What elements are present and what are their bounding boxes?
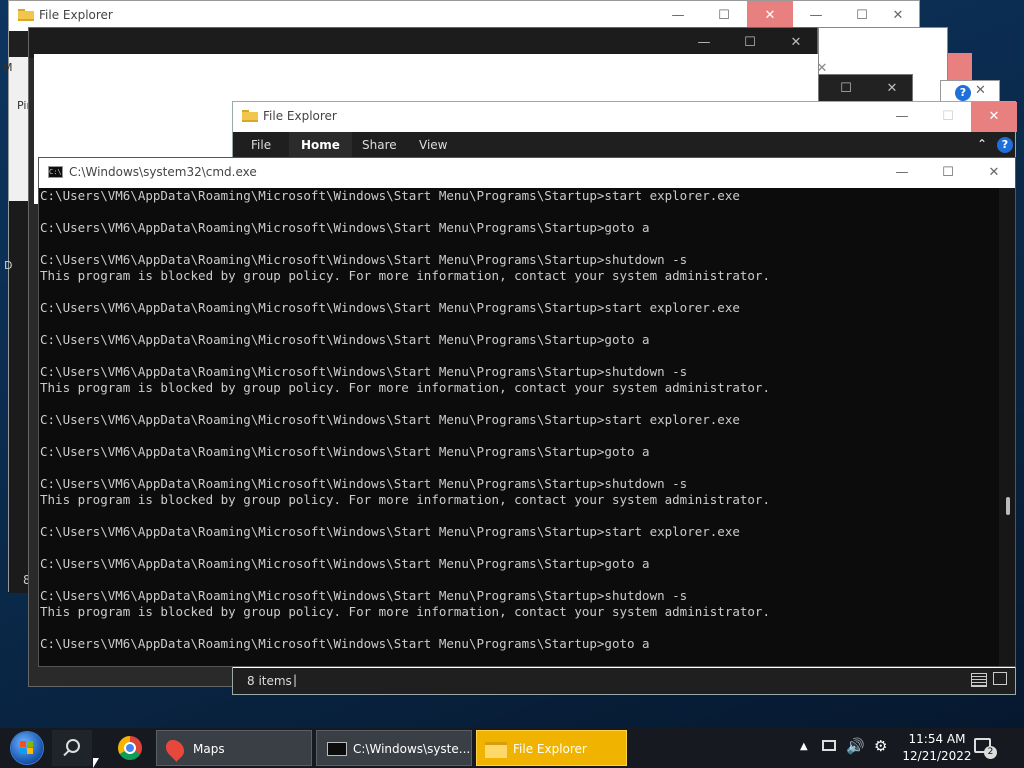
console-line: This program is blocked by group policy.…: [40, 268, 770, 283]
cmd-window[interactable]: C:\ C:\Windows\system32\cmd.exe — ☐ ✕ C:…: [38, 157, 1016, 667]
maximize-button[interactable]: ☐: [925, 102, 971, 132]
clock[interactable]: 11:54 AM 12/21/2022: [902, 731, 972, 765]
console-line: C:\Users\VM6\AppData\Roaming\Microsoft\W…: [40, 252, 688, 267]
close-button[interactable]: ✕: [971, 102, 1017, 132]
console-line: C:\Users\VM6\AppData\Roaming\Microsoft\W…: [40, 476, 688, 491]
explorer-titlebar[interactable]: File Explorer — ☐ ✕: [233, 102, 1017, 132]
console-line: C:\Users\VM6\AppData\Roaming\Microsoft\W…: [40, 412, 740, 427]
console-line: This program is blocked by group policy.…: [40, 492, 770, 507]
maps-icon: [162, 736, 188, 762]
folder-icon: [485, 742, 507, 758]
console-line: This program is blocked by group policy.…: [40, 604, 770, 619]
console-line: C:\Users\VM6\AppData\Roaming\Microsoft\W…: [40, 556, 650, 571]
console-line: This program is blocked by group policy.…: [40, 380, 770, 395]
status-separator: |: [293, 673, 298, 687]
explorer-title: File Explorer: [263, 109, 337, 123]
chevron-up-icon[interactable]: ⌃: [977, 137, 987, 151]
clock-date: 12/21/2022: [902, 749, 972, 763]
scrollbar[interactable]: [999, 188, 1015, 666]
close-button[interactable]: [948, 53, 972, 81]
taskbar: Maps C:\Windows\syste... File Explorer ▲…: [0, 728, 1024, 768]
console-line: C:\Users\VM6\AppData\Roaming\Microsoft\W…: [40, 332, 650, 347]
taskbar-app-label: C:\Windows\syste...: [353, 742, 471, 756]
status-bar: 8 items |: [233, 668, 1015, 694]
windows-logo-icon: [11, 732, 43, 764]
explorer-back-title: File Explorer: [39, 8, 113, 22]
desktop: File Explorer — ☐ ✕ — ☐ ✕ F M Pin a D 8 …: [0, 0, 1024, 728]
taskbar-app-cmd[interactable]: C:\Windows\syste...: [316, 730, 472, 766]
search-button[interactable]: [52, 730, 92, 766]
chrome-button[interactable]: [110, 730, 150, 766]
system-tray: ▲ 🔊 ⚙ 11:54 AM 12/21/2022 2: [790, 728, 1024, 768]
tab-view[interactable]: View: [407, 132, 459, 158]
minimize-button[interactable]: —: [879, 158, 925, 188]
console-line: C:\Users\VM6\AppData\Roaming\Microsoft\W…: [40, 364, 688, 379]
help-icon[interactable]: ?: [997, 137, 1013, 153]
cmd-icon: [327, 742, 347, 756]
close-button[interactable]: ✕: [975, 83, 986, 98]
cmd-titlebar[interactable]: C:\ C:\Windows\system32\cmd.exe — ☐ ✕: [39, 158, 1015, 188]
start-button[interactable]: [8, 730, 46, 766]
notification-count-badge: 2: [984, 746, 997, 759]
tab-share[interactable]: Share: [350, 132, 409, 158]
chrome-icon: [118, 736, 142, 760]
console-line: C:\Users\VM6\AppData\Roaming\Microsoft\W…: [40, 588, 688, 603]
nav-fragment: D: [4, 259, 13, 272]
close-button[interactable]: ✕: [869, 75, 915, 103]
clock-time: 11:54 AM: [908, 732, 966, 746]
network-icon[interactable]: [822, 740, 836, 751]
cmd-icon: C:\: [48, 166, 63, 178]
folder-icon: [18, 9, 34, 21]
console-line: C:\Users\VM6\AppData\Roaming\Microsoft\W…: [40, 220, 650, 235]
taskbar-app-label: Maps: [193, 742, 225, 756]
console-line: C:\Users\VM6\AppData\Roaming\Microsoft\W…: [40, 188, 740, 203]
tab-file[interactable]: File: [239, 132, 283, 158]
console-line: C:\Users\VM6\AppData\Roaming\Microsoft\W…: [40, 300, 740, 315]
close-button[interactable]: ✕: [971, 158, 1017, 188]
ribbon: File Home Share View ⌃ ?: [233, 132, 1015, 158]
window-fragment-right-3: ? ✕: [940, 80, 1000, 102]
help-icon[interactable]: ?: [955, 85, 971, 101]
folder-icon: [242, 110, 258, 122]
nav-fragment: M: [3, 61, 13, 74]
maximize-button[interactable]: ☐: [823, 75, 869, 103]
large-icons-view-icon[interactable]: [993, 672, 1007, 685]
settings-sliders-icon[interactable]: ⚙: [874, 737, 887, 755]
console-line: C:\Users\VM6\AppData\Roaming\Microsoft\W…: [40, 444, 650, 459]
details-view-icon[interactable]: [971, 673, 987, 687]
taskbar-app-label: File Explorer: [513, 742, 587, 756]
minimize-button[interactable]: —: [879, 102, 925, 132]
volume-icon[interactable]: 🔊: [846, 737, 865, 755]
mouse-cursor: [93, 758, 99, 768]
show-hidden-icons-icon[interactable]: ▲: [800, 741, 808, 752]
cmd-title: C:\Windows\system32\cmd.exe: [69, 165, 257, 179]
taskbar-app-maps[interactable]: Maps: [156, 730, 312, 766]
maximize-button[interactable]: ☐: [925, 158, 971, 188]
console-line: C:\Users\VM6\AppData\Roaming\Microsoft\W…: [40, 524, 740, 539]
scrollbar-thumb[interactable]: [1006, 497, 1010, 515]
console-line: C:\Users\VM6\AppData\Roaming\Microsoft\W…: [40, 636, 650, 651]
window-fragment-right-2: ☐ ✕: [818, 74, 913, 102]
item-count: 8 items: [247, 674, 292, 688]
console-output[interactable]: C:\Users\VM6\AppData\Roaming\Microsoft\W…: [39, 188, 999, 666]
taskbar-app-file-explorer[interactable]: File Explorer: [476, 730, 627, 766]
tab-home[interactable]: Home: [289, 132, 352, 158]
